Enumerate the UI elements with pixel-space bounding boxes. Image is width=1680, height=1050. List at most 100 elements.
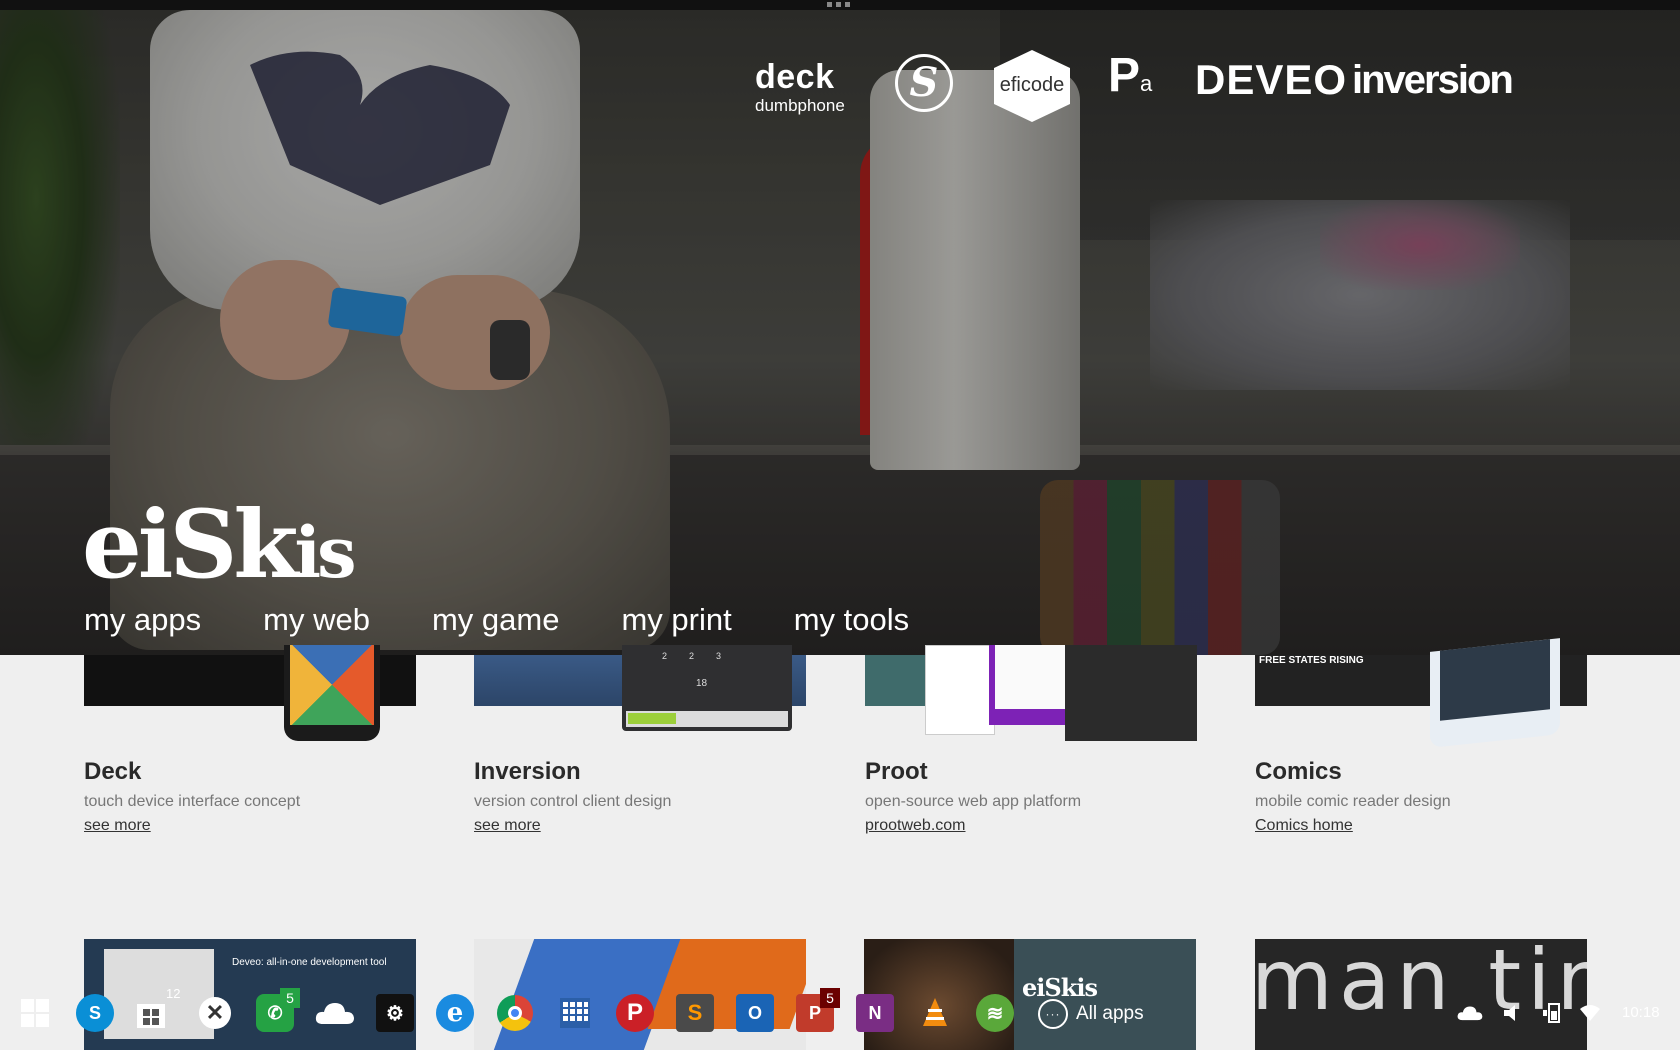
s-circle-logo[interactable]: S bbox=[895, 54, 953, 112]
see-more-link[interactable]: see more bbox=[474, 817, 541, 835]
vlc-button[interactable] bbox=[910, 988, 960, 1038]
whatsapp-button[interactable]: ✆ 5 bbox=[250, 988, 300, 1038]
outlook-icon: O bbox=[736, 994, 774, 1032]
battery-tray-icon[interactable] bbox=[1536, 998, 1566, 1028]
project-subtitle: touch device interface concept bbox=[84, 793, 301, 810]
chrome-button[interactable] bbox=[490, 988, 540, 1038]
comics-thumbnail[interactable]: FREE STATES RISING bbox=[1255, 638, 1587, 748]
main-nav: my apps my web my game my print my tools bbox=[84, 600, 971, 640]
start-button[interactable] bbox=[10, 988, 60, 1038]
project-subtitle: mobile comic reader design bbox=[1255, 793, 1451, 810]
inversion-count-deleted: 3 bbox=[716, 651, 722, 661]
pa-logo[interactable]: Pa bbox=[1108, 50, 1152, 110]
project-card-proot: eiSkis Proot open-source web app platfor… bbox=[865, 645, 1197, 834]
nav-my-apps[interactable]: my apps bbox=[84, 600, 201, 640]
deck-logo-subtitle: dumbphone bbox=[755, 96, 845, 115]
spotify-icon: ≋ bbox=[976, 994, 1014, 1032]
inversion-day-count: 18 bbox=[696, 678, 708, 689]
wifi-icon bbox=[1580, 1005, 1600, 1021]
inversion-snapshot-button bbox=[628, 713, 676, 724]
ie-icon: e bbox=[436, 994, 474, 1032]
calendar-grid-icon bbox=[560, 998, 590, 1028]
desktop: deck dumbphone S eficode Pa DEVEO invers… bbox=[0, 0, 1680, 1050]
sublime-text-button[interactable]: S bbox=[670, 988, 720, 1038]
deck-logo[interactable]: deck dumbphone bbox=[755, 60, 845, 116]
skype-icon: S bbox=[76, 994, 114, 1032]
eficode-logo-text: eficode bbox=[999, 74, 1065, 96]
inversion-count-added: 2 bbox=[689, 651, 695, 661]
comics-phone-mockup bbox=[1430, 638, 1560, 748]
eficode-logo[interactable]: eficode bbox=[990, 50, 1074, 122]
photos-badge: 12 bbox=[166, 986, 181, 1001]
inversion-counts: 2 2 3 bbox=[662, 651, 721, 661]
inversion-count-modified: 2 bbox=[662, 651, 668, 661]
cloud-tray-icon bbox=[1457, 1006, 1483, 1021]
speaker-icon bbox=[1504, 1005, 1515, 1021]
eiskis-logo-part3: is bbox=[294, 511, 357, 594]
store-icon bbox=[137, 1004, 165, 1028]
comics-home-link[interactable]: Comics home bbox=[1255, 817, 1353, 835]
pa-logo-big: P bbox=[1108, 49, 1141, 102]
onenote-button[interactable]: N bbox=[850, 988, 900, 1038]
deveo-thumb-heading: Deveo: all-in-one development tool bbox=[232, 957, 387, 968]
eiskis-logo-part2: k bbox=[233, 490, 298, 600]
proot-window-c bbox=[1065, 645, 1197, 741]
calendar-button[interactable] bbox=[550, 988, 600, 1038]
skype-button[interactable]: S bbox=[70, 988, 120, 1038]
project-subtitle: version control client design bbox=[474, 793, 672, 810]
deck-phone-screen bbox=[290, 645, 374, 725]
inversion-app-panel: 2 2 3 18 bbox=[622, 645, 792, 731]
project-card-deck: Deck touch device interface concept see … bbox=[84, 645, 416, 834]
onedrive-button[interactable] bbox=[310, 988, 360, 1038]
wifi-tray-icon[interactable] bbox=[1575, 998, 1605, 1028]
ellipsis-circle-icon: ··· bbox=[1038, 999, 1068, 1029]
inversion-thumbnail[interactable]: 2 2 3 18 bbox=[474, 645, 806, 731]
all-apps-button[interactable]: ··· All apps bbox=[1038, 994, 1144, 1034]
powerpoint-button[interactable]: P 5 bbox=[790, 988, 840, 1038]
vlc-cone-icon bbox=[923, 998, 947, 1026]
battery-plug-icon bbox=[1543, 1003, 1560, 1023]
nav-my-game[interactable]: my game bbox=[432, 600, 559, 640]
pa-logo-small: a bbox=[1140, 71, 1153, 96]
steam-icon: ⚙ bbox=[376, 994, 414, 1032]
project-title: Proot bbox=[865, 758, 928, 785]
chrome-icon bbox=[497, 995, 533, 1031]
website-link[interactable]: prootweb.com bbox=[865, 817, 966, 835]
proot-thumb-logo: eiSkis bbox=[937, 649, 986, 668]
sublime-icon: S bbox=[676, 994, 714, 1032]
steam-button[interactable]: ⚙ bbox=[370, 988, 420, 1038]
project-card-inversion: 2 2 3 18 Inversion version control clien… bbox=[474, 645, 806, 834]
nav-my-tools[interactable]: my tools bbox=[794, 600, 909, 640]
project-card-comics: FREE STATES RISING Comics mobile comic r… bbox=[1255, 638, 1587, 834]
spotify-button[interactable]: ≋ bbox=[970, 988, 1020, 1038]
eiskis-logo[interactable]: eiSkis bbox=[82, 498, 357, 598]
see-more-link[interactable]: see more bbox=[84, 817, 151, 835]
taskbar: S 12 ✕ ✆ 5 ⚙ e P S O P 5 N ≋ ··· All app… bbox=[0, 986, 1680, 1050]
proot-thumbnail[interactable]: eiSkis bbox=[865, 645, 1197, 741]
volume-tray-icon[interactable] bbox=[1498, 998, 1528, 1028]
window-grip-handle[interactable] bbox=[827, 2, 853, 8]
windows-icon bbox=[21, 999, 49, 1027]
project-title: Inversion bbox=[474, 758, 581, 785]
xbox-icon: ✕ bbox=[199, 997, 231, 1029]
outlook-button[interactable]: O bbox=[730, 988, 780, 1038]
deck-logo-title: deck bbox=[755, 58, 835, 96]
deveo-logo[interactable]: DEVEO bbox=[1195, 56, 1347, 104]
taskbar-clock[interactable]: 10:18 bbox=[1622, 1004, 1660, 1021]
all-apps-label: All apps bbox=[1076, 1003, 1144, 1024]
deck-thumbnail[interactable] bbox=[84, 645, 416, 741]
deck-phone-mockup bbox=[284, 645, 380, 741]
comics-thumb-banner: FREE STATES RISING bbox=[1259, 655, 1364, 666]
pinterest-icon: P bbox=[616, 994, 654, 1032]
pinterest-button[interactable]: P bbox=[610, 988, 660, 1038]
nav-my-web[interactable]: my web bbox=[263, 600, 370, 640]
eiskis-logo-part1: eiS bbox=[82, 490, 237, 600]
xbox-button[interactable]: ✕ bbox=[190, 988, 240, 1038]
onedrive-tray-icon[interactable] bbox=[1455, 998, 1485, 1028]
internet-explorer-button[interactable]: e bbox=[430, 988, 480, 1038]
photos-button[interactable]: 12 bbox=[126, 986, 180, 1038]
partner-logos: deck dumbphone S eficode Pa DEVEO invers… bbox=[0, 50, 1680, 130]
inversion-logo[interactable]: inversion bbox=[1352, 58, 1514, 102]
nav-my-print[interactable]: my print bbox=[621, 600, 731, 640]
cloud-icon bbox=[315, 1003, 354, 1024]
